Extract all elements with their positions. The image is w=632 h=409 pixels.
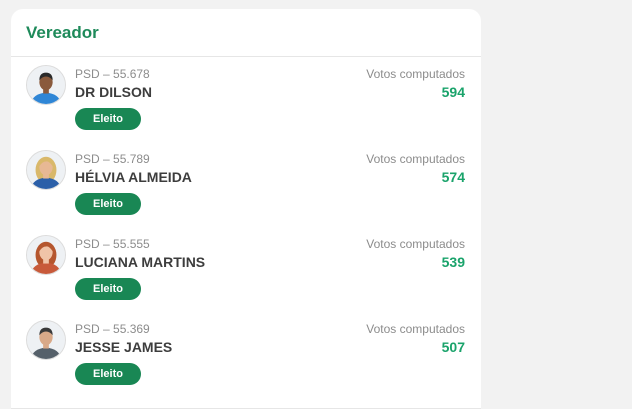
party-number: PSD – 55.789 (75, 152, 150, 166)
candidate-row[interactable]: PSD – 55.678 DR DILSON Eleito Votos comp… (11, 57, 481, 142)
party-number: PSD – 55.555 (75, 237, 150, 251)
candidate-row[interactable]: PSD – 55.369 JESSE JAMES Eleito Votos co… (11, 312, 481, 397)
candidate-name: LUCIANA MARTINS (75, 254, 206, 270)
elected-badge: Eleito (75, 193, 141, 215)
elected-badge: Eleito (75, 363, 141, 385)
votes-count: 594 (441, 84, 465, 100)
vereador-card: Vereador PSD – 55.678 DR DILSON Eleito V… (11, 9, 481, 409)
portrait-icon (27, 66, 65, 104)
portrait-icon (27, 151, 65, 189)
section-title: Vereador (26, 22, 99, 42)
portrait-icon (27, 321, 65, 359)
candidate-avatar (26, 235, 66, 275)
votes-label: Votos computados (366, 67, 465, 81)
candidate-avatar (26, 320, 66, 360)
votes-label: Votos computados (366, 152, 465, 166)
candidate-name: HÉLVIA ALMEIDA (75, 169, 192, 185)
candidate-row[interactable]: PSD – 55.789 HÉLVIA ALMEIDA Eleito Votos… (11, 142, 481, 227)
votes-label: Votos computados (366, 322, 465, 336)
candidate-name: JESSE JAMES (75, 339, 173, 355)
votes-count: 507 (441, 339, 465, 355)
elected-badge: Eleito (75, 278, 141, 300)
votes-count: 574 (441, 169, 465, 185)
portrait-icon (27, 236, 65, 274)
candidate-row[interactable]: PSD – 55.555 LUCIANA MARTINS Eleito Voto… (11, 227, 481, 312)
candidate-name: DR DILSON (75, 84, 152, 100)
votes-count: 539 (441, 254, 465, 270)
party-number: PSD – 55.678 (75, 67, 150, 81)
votes-label: Votos computados (366, 237, 465, 251)
elected-badge: Eleito (75, 108, 141, 130)
party-number: PSD – 55.369 (75, 322, 150, 336)
candidate-avatar (26, 65, 66, 105)
candidate-avatar (26, 150, 66, 190)
card-header: Vereador (11, 9, 481, 57)
candidate-list: PSD – 55.678 DR DILSON Eleito Votos comp… (11, 57, 481, 397)
